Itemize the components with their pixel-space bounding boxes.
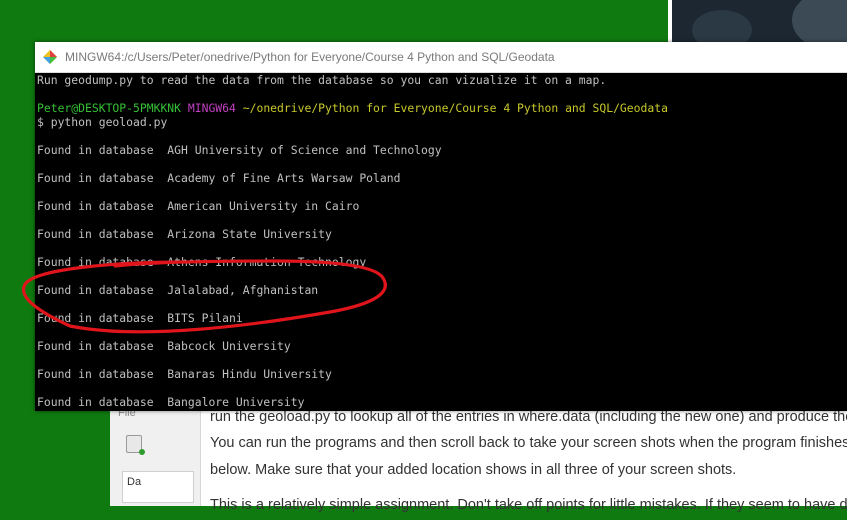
shell-prompt: Peter@DESKTOP-5PMKKNK MINGW64 ~/onedrive… [37,101,668,115]
output-line: Found in database Arizona State Universi… [37,227,332,241]
paragraph: below. Make sure that your added locatio… [210,462,737,478]
prompt-path: ~/onedrive/Python for Everyone/Course 4 … [242,101,668,115]
command-line: $ python geoload.py [37,115,168,129]
output-line: Found in database Academy of Fine Arts W… [37,171,401,185]
background-document-window: File Da run the geoload.py to lookup all… [110,405,847,513]
output-line: Found in database AGH University of Scie… [37,143,442,157]
output-line: Found in database Babcock University [37,339,291,353]
paragraph: You can run the programs and then scroll… [210,435,847,451]
mingw-diamond-icon [43,50,57,64]
output-line-highlighted: Found in database Jalalabad, Afghanistan [37,283,319,297]
output-line: Found in database American University in… [37,199,360,213]
window-title: MINGW64:/c/Users/Peter/onedrive/Python f… [65,50,555,64]
mingw64-terminal-window[interactable]: MINGW64:/c/Users/Peter/onedrive/Python f… [35,42,847,411]
prompt-shell: MINGW64 [187,101,236,115]
editor-sidebar: File Da [110,405,201,506]
output-line: Found in database BITS Pilani [37,311,243,325]
terminal-output[interactable]: Run geodump.py to read the data from the… [37,73,847,411]
add-file-icon[interactable] [126,435,145,455]
desktop-wallpaper-photo [672,0,847,44]
terminal-titlebar[interactable]: MINGW64:/c/Users/Peter/onedrive/Python f… [35,42,847,73]
database-panel[interactable]: Da [122,471,194,503]
database-panel-label: Da [127,476,142,488]
output-line: Found in database Bangalore University [37,395,305,409]
output-line: Found in database Athens Information Tec… [37,255,367,269]
output-line: Found in database Banaras Hindu Universi… [37,367,332,381]
prompt-user-host: Peter@DESKTOP-5PMKKNK [37,101,182,115]
intro-line: Run geodump.py to read the data from the… [37,73,607,87]
